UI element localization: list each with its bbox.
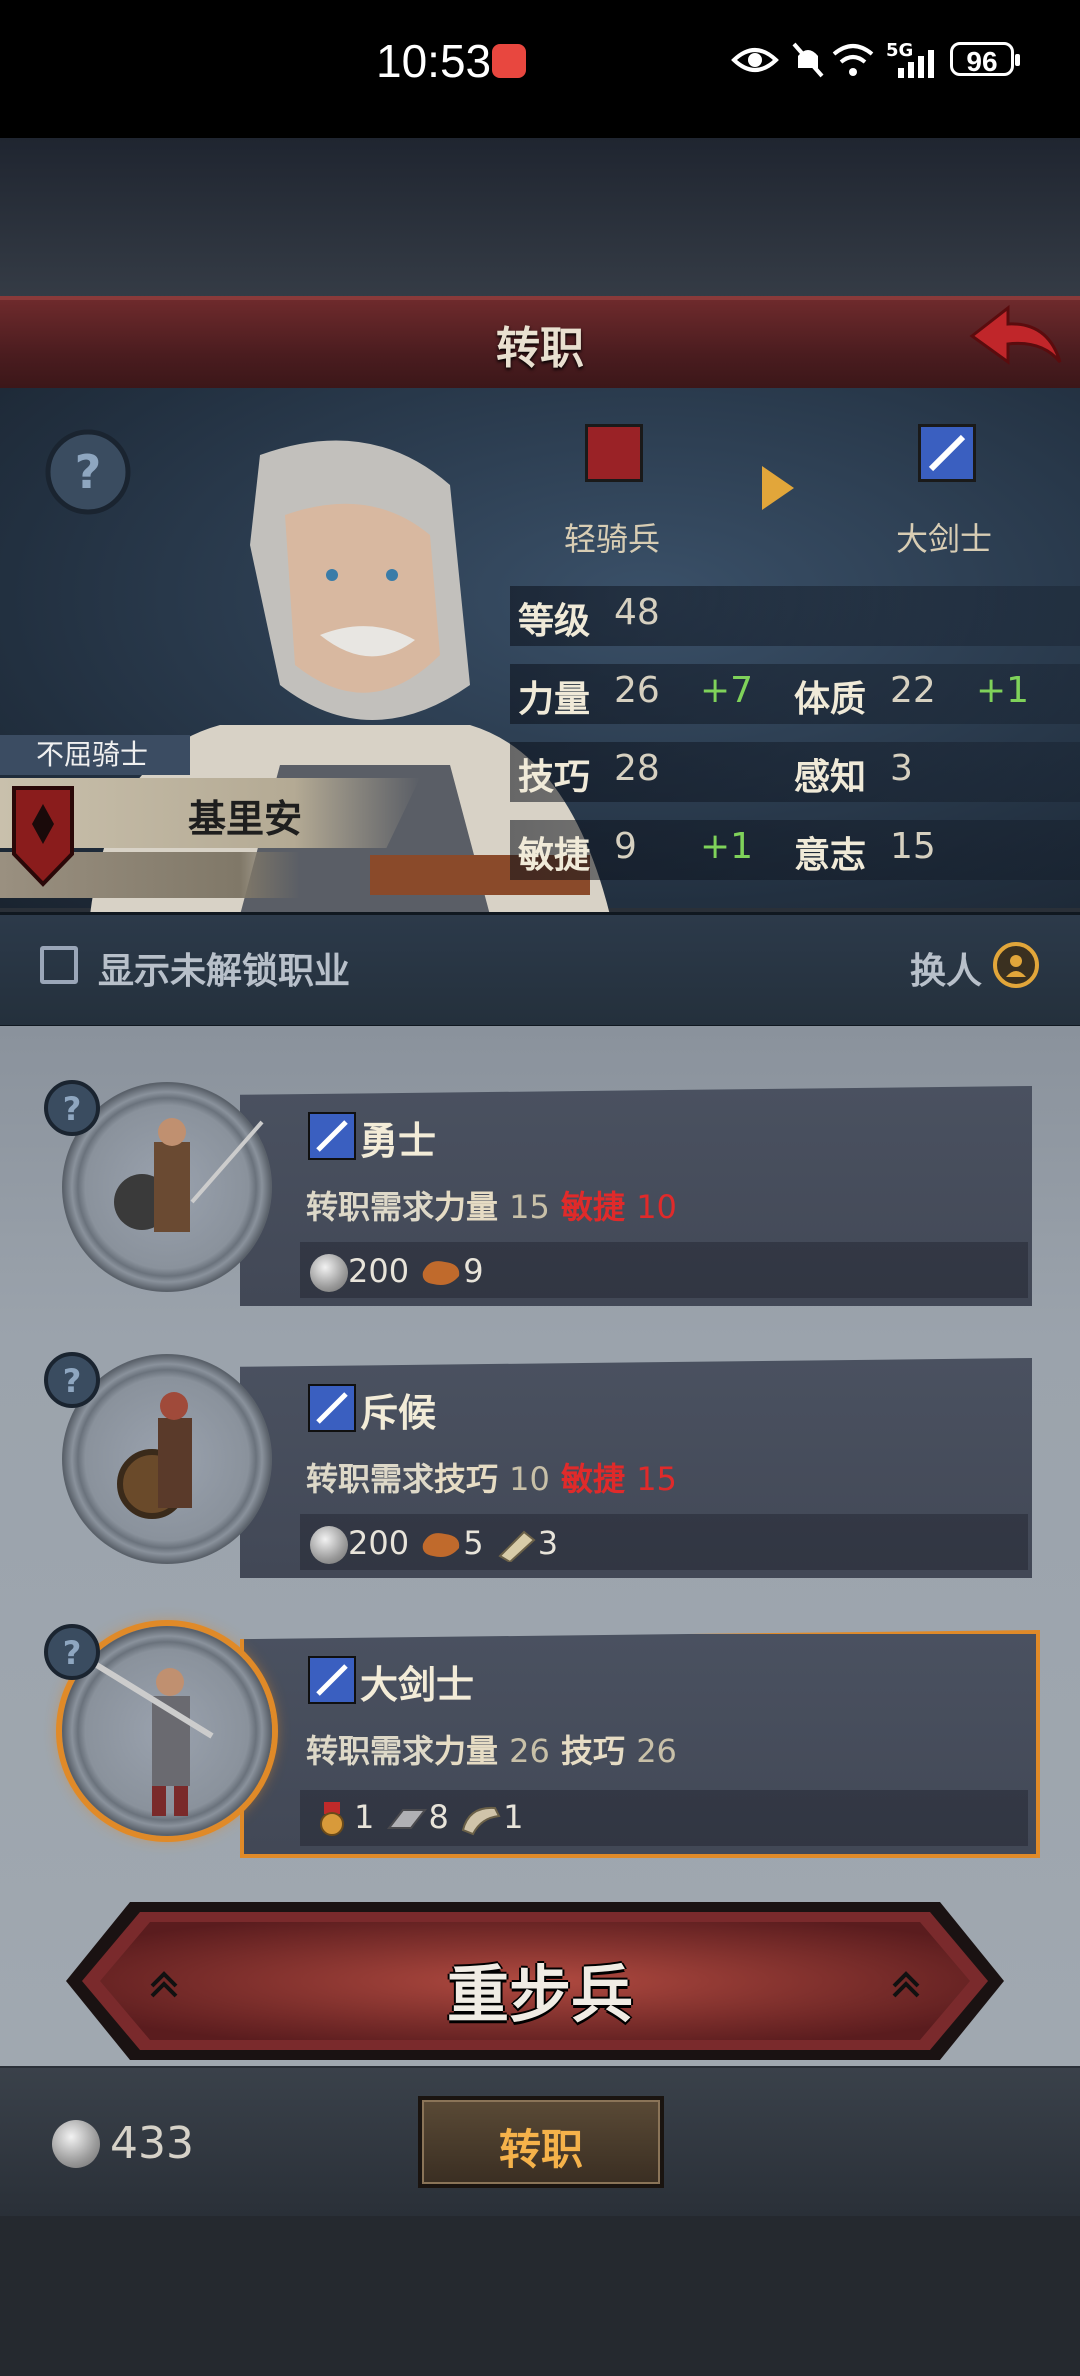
mute-bell-icon — [792, 42, 824, 78]
app-notification-icon — [492, 44, 526, 78]
show-locked-checkbox[interactable] — [40, 946, 78, 984]
class-requirement: 转职需求力量 15 敏捷 10 — [306, 1188, 677, 1226]
level-value: 48 — [614, 592, 660, 633]
willpower-label: 意志 — [794, 835, 867, 876]
sword-class-icon — [308, 1112, 356, 1160]
battery-indicator: 96 — [950, 42, 1020, 77]
perception-value: 3 — [890, 748, 913, 789]
strength-value: 26 — [614, 670, 660, 711]
arrow-right-icon — [762, 466, 794, 510]
class-cost: 200 9 — [310, 1252, 484, 1292]
status-time: 10:53 — [376, 35, 492, 87]
eye-icon — [731, 48, 779, 72]
class-cost: 200 5 3 — [310, 1524, 558, 1564]
perception-label: 感知 — [794, 757, 867, 798]
agility-bonus: +1 — [700, 826, 754, 867]
silver-coin-icon — [310, 1254, 348, 1292]
change-class-label: 转职 — [498, 2125, 583, 2174]
silver-coin-icon — [52, 2120, 100, 2168]
strength-bonus: +7 — [700, 670, 754, 711]
help-icon[interactable]: ? — [44, 428, 132, 516]
horse-class-icon — [585, 424, 643, 482]
page-title: 转职 — [496, 323, 584, 374]
leather-icon — [422, 1261, 460, 1285]
class-requirement: 转职需求力量 26 技巧 26 — [306, 1732, 677, 1770]
svg-text:?: ? — [63, 1634, 82, 1672]
cloth-roll-icon — [498, 1530, 536, 1562]
class-name: 斥候 — [360, 1391, 437, 1435]
class-name: 大剑士 — [360, 1663, 475, 1707]
wifi-icon — [832, 44, 874, 76]
fur-icon — [461, 1806, 501, 1836]
constitution-bonus: +1 — [976, 670, 1030, 711]
willpower-value: 15 — [890, 826, 936, 867]
constitution-label: 体质 — [794, 679, 867, 720]
silver-amount: 433 — [110, 2118, 194, 2169]
sword-class-icon — [308, 1656, 356, 1704]
help-icon[interactable]: ? — [42, 1622, 102, 1682]
svg-text:?: ? — [75, 445, 102, 499]
agility-label: 敏捷 — [518, 835, 591, 876]
class-name: 勇士 — [360, 1119, 437, 1163]
class-cost: 1 8 1 — [310, 1798, 523, 1836]
back-arrow-icon[interactable] — [968, 300, 1064, 380]
heavy-infantry-label: 重步兵 — [446, 1958, 633, 2031]
help-icon[interactable]: ? — [42, 1078, 102, 1138]
agility-value: 9 — [614, 826, 637, 867]
hero-title-tag: 不屈骑士 — [0, 735, 190, 775]
silver-coin-icon — [310, 1526, 348, 1564]
signal-icon — [898, 50, 934, 78]
top-backdrop — [0, 138, 1080, 300]
to-class-name: 大剑士 — [895, 520, 992, 558]
stat-row — [510, 586, 1080, 646]
skill-label: 技巧 — [518, 757, 591, 798]
footer-area — [0, 2216, 1080, 2376]
svg-text:?: ? — [63, 1090, 82, 1128]
help-icon[interactable]: ? — [42, 1350, 102, 1410]
show-locked-label[interactable]: 显示未解锁职业 — [98, 942, 350, 994]
constitution-value: 22 — [890, 670, 936, 711]
swap-hero-icon[interactable] — [992, 941, 1040, 989]
swap-hero-label[interactable]: 换人 — [910, 942, 982, 994]
faction-emblem-icon — [12, 786, 74, 887]
sword-class-icon — [918, 424, 976, 482]
iron-ingot-icon — [386, 1809, 427, 1829]
svg-text:?: ? — [63, 1362, 82, 1400]
leather-icon — [422, 1533, 460, 1557]
skill-value: 28 — [614, 748, 660, 789]
strength-label: 力量 — [518, 679, 591, 720]
level-label: 等级 — [518, 601, 591, 642]
sword-class-icon — [308, 1384, 356, 1432]
class-requirement: 转职需求技巧 10 敏捷 15 — [306, 1460, 677, 1498]
hero-name: 基里安 — [187, 797, 302, 841]
from-class-name: 轻骑兵 — [563, 520, 660, 558]
medal-icon — [320, 1802, 344, 1836]
